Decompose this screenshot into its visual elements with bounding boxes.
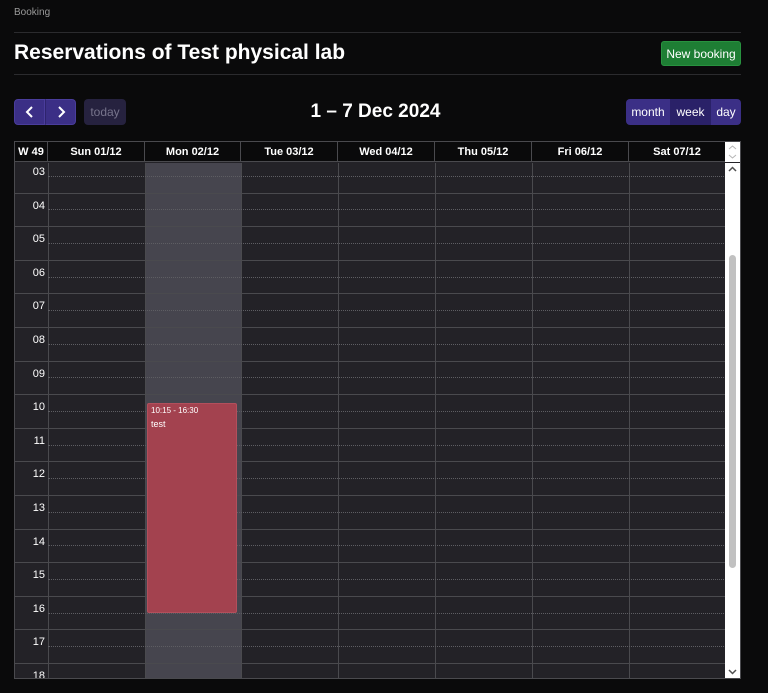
- half-hour-line: [48, 175, 726, 177]
- scroll-up-icon[interactable]: [728, 165, 737, 174]
- hour-label: 10: [32, 401, 45, 414]
- hour-label: 11: [33, 434, 45, 447]
- half-hour-line: [48, 209, 726, 211]
- hour-label: 13: [32, 502, 45, 514]
- day-header[interactable]: Sun 01/12: [48, 142, 145, 162]
- hour-line: [15, 192, 726, 194]
- hour-line: [15, 461, 726, 463]
- hour-label: 07: [32, 300, 45, 313]
- day-column[interactable]: [241, 163, 338, 678]
- hour-line: [15, 528, 726, 530]
- hour-label: 08: [32, 334, 45, 346]
- day-header[interactable]: Sat 07/12: [629, 142, 726, 162]
- hour-label: 17: [32, 636, 45, 649]
- day-header[interactable]: Mon 02/12: [145, 142, 241, 162]
- hour-line: [15, 629, 726, 631]
- day-column[interactable]: [435, 163, 532, 678]
- hour-label: 14: [32, 535, 45, 548]
- scroll-down-icon[interactable]: [728, 667, 737, 676]
- day-header[interactable]: Wed 04/12: [338, 142, 435, 162]
- calendar-grid: W 49 Sun 01/12 Mon 02/12 Tue 03/12 Wed 04/1…: [14, 141, 741, 679]
- calendar-header: W 49 Sun 01/12 Mon 02/12 Tue 03/12 Wed 04/1…: [15, 142, 740, 162]
- day-header[interactable]: Thu 05/12: [435, 142, 532, 162]
- divider: [14, 32, 741, 33]
- month-view-button[interactable]: month: [626, 99, 670, 125]
- day-column[interactable]: [629, 163, 726, 678]
- breadcrumb[interactable]: Booking: [14, 7, 50, 18]
- hour-line: [15, 427, 726, 429]
- hour-label: 16: [32, 602, 45, 615]
- header-scrollbar: [725, 142, 740, 162]
- time-grid[interactable]: 03 04 05 06 07 08 09 10 11 12 13 14 15 16 17 18 10:15 - …: [15, 163, 726, 678]
- event-title: test: [151, 418, 166, 429]
- hour-label: 06: [32, 266, 45, 279]
- day-column[interactable]: [532, 163, 629, 678]
- half-hour-line: [48, 612, 726, 614]
- scroll-arrows-icon: [728, 145, 737, 159]
- hour-line: [15, 259, 726, 261]
- hour-label: 15: [32, 569, 45, 582]
- event-time: 10:15 - 16:30: [151, 405, 199, 415]
- hour-line: [15, 595, 726, 597]
- half-hour-line: [48, 243, 726, 244]
- day-column[interactable]: [48, 163, 145, 678]
- day-column[interactable]: [338, 163, 435, 678]
- hour-line: [15, 663, 726, 664]
- day-header[interactable]: Fri 06/12: [532, 142, 629, 162]
- half-hour-line: [48, 646, 726, 648]
- hour-line: [15, 226, 726, 228]
- half-hour-line: [48, 343, 726, 345]
- week-number: W 49: [15, 142, 48, 162]
- scroll-thumb[interactable]: [729, 255, 736, 568]
- hour-line: [15, 562, 726, 564]
- day-header[interactable]: Tue 03/12: [241, 142, 338, 162]
- page-title: Reservations of Test physical lab: [14, 41, 346, 64]
- half-hour-line: [48, 310, 726, 312]
- hour-label: 05: [32, 233, 45, 246]
- hour-line: [15, 360, 726, 362]
- view-switcher: month week day: [626, 99, 741, 125]
- week-view-button[interactable]: week: [670, 99, 711, 125]
- hour-label: 03: [32, 166, 45, 178]
- hour-line: [15, 327, 726, 328]
- hour-label: 04: [32, 199, 45, 212]
- divider: [14, 74, 741, 75]
- day-view-button[interactable]: day: [711, 99, 741, 125]
- hour-line: [15, 293, 726, 295]
- hour-line: [15, 394, 726, 396]
- half-hour-line: [48, 276, 726, 278]
- hour-label: 18: [32, 670, 45, 678]
- scrollbar[interactable]: [725, 163, 740, 678]
- hour-label: 12: [32, 468, 45, 481]
- calendar-event[interactable]: 10:15 - 16:30 test: [147, 402, 237, 613]
- hour-line: [15, 495, 726, 496]
- new-booking-button[interactable]: New booking: [661, 41, 741, 66]
- half-hour-line: [48, 377, 726, 379]
- hour-label: 09: [32, 367, 45, 380]
